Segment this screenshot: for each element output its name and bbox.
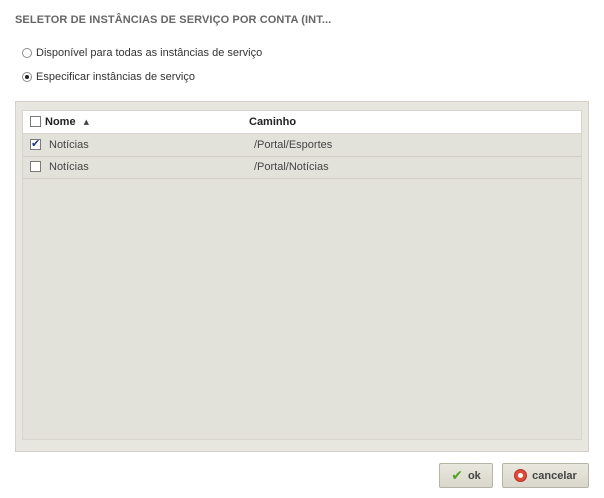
row-checkbox-checked[interactable] xyxy=(30,137,41,150)
ok-button-label: ok xyxy=(467,469,481,482)
cancel-circle-icon xyxy=(514,469,528,482)
select-all-checkbox[interactable] xyxy=(30,116,41,127)
cancel-button-label: cancelar xyxy=(532,469,577,482)
row-path: /Portal/Esportes xyxy=(254,139,333,151)
row-name: Notícias xyxy=(49,139,89,151)
option-all-instances-label: Disponível para todas as instâncias de s… xyxy=(36,47,263,59)
radio-button-unchecked[interactable] xyxy=(22,48,32,58)
table-row[interactable]: Notícias /Portal/Notícias xyxy=(23,156,581,179)
instances-panel: Nome▲ Caminho Notícias /Portal/Esportes … xyxy=(15,101,589,452)
option-specify-instances[interactable]: Especificar instâncias de serviço xyxy=(22,71,195,83)
instances-grid: Nome▲ Caminho Notícias /Portal/Esportes … xyxy=(22,110,582,440)
grid-header: Nome ▲ Caminho xyxy=(23,111,581,134)
cancel-button[interactable]: cancelar xyxy=(502,463,589,488)
column-header-path[interactable]: Caminho xyxy=(249,116,296,128)
column-header-name[interactable]: Nome ▲ xyxy=(45,116,89,128)
option-specify-instances-label: Especificar instâncias de serviço xyxy=(36,71,195,83)
ok-button[interactable]: ✔ ok xyxy=(439,463,493,488)
table-row[interactable]: Notícias /Portal/Esportes xyxy=(23,134,581,157)
row-name: Notícias xyxy=(49,161,89,173)
radio-button-checked[interactable] xyxy=(22,72,32,82)
row-path: /Portal/Notícias xyxy=(254,161,329,173)
row-checkbox[interactable] xyxy=(30,161,41,172)
checkmark-icon: ✔ xyxy=(451,467,463,484)
dialog-title: SELETOR DE INSTÂNCIAS DE SERVIÇO POR CON… xyxy=(15,14,332,26)
sort-ascending-icon: ▲ xyxy=(83,118,89,126)
option-all-instances[interactable]: Disponível para todas as instâncias de s… xyxy=(22,47,262,59)
